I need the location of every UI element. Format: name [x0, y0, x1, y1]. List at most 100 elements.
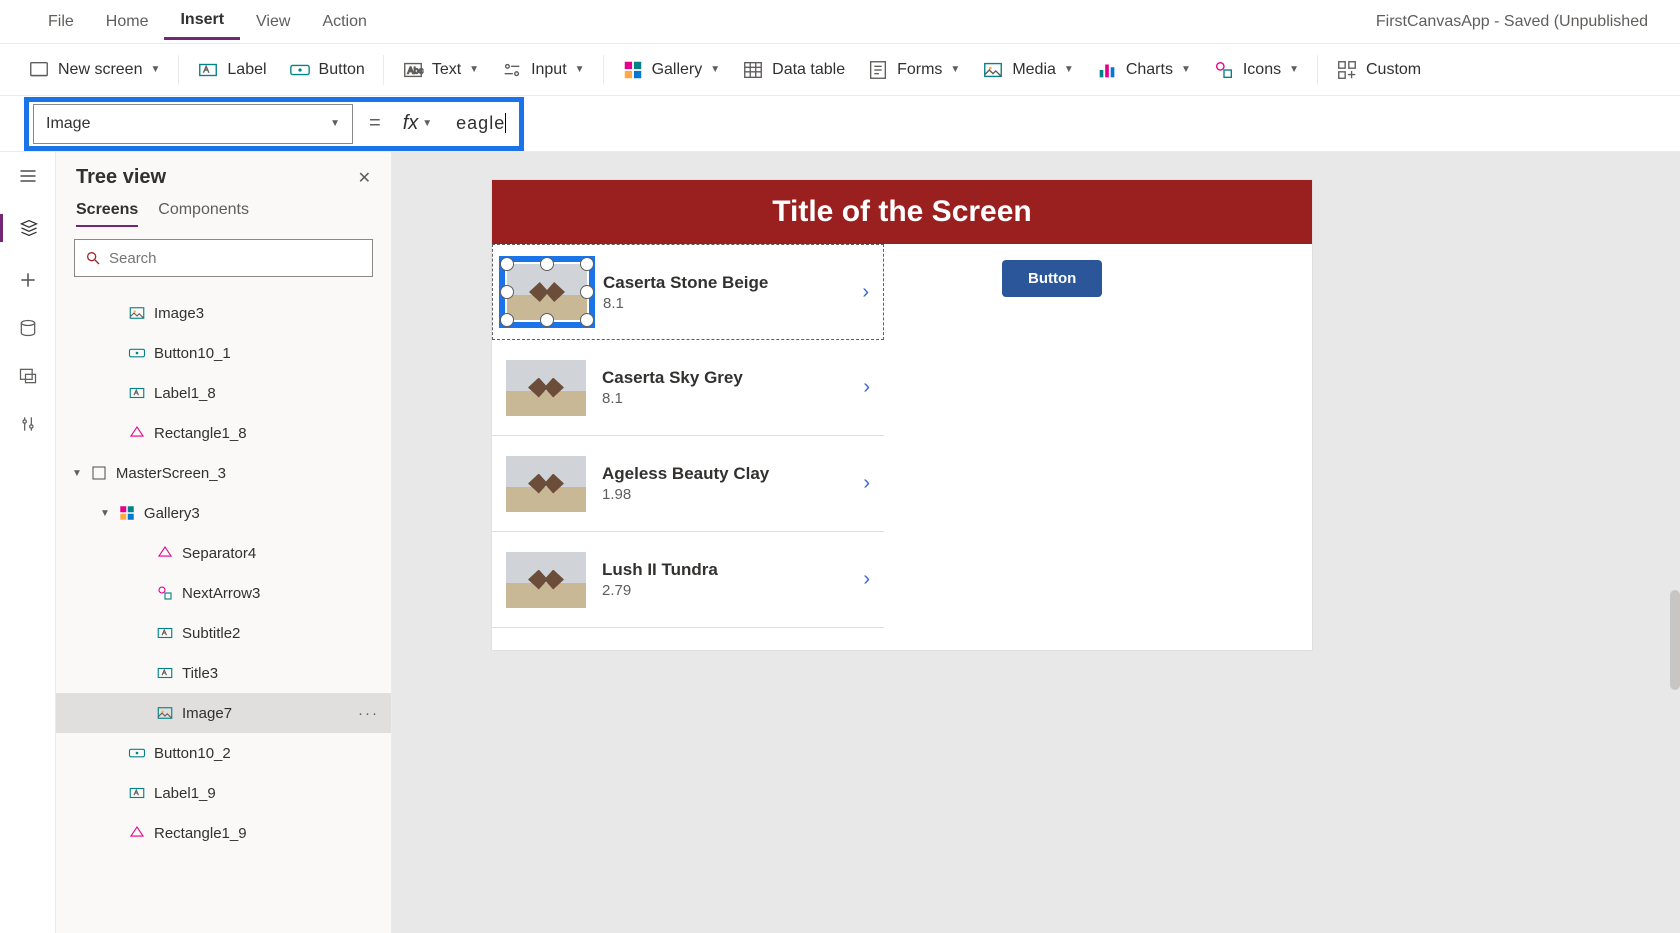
- resize-handle[interactable]: [580, 313, 594, 327]
- formula-input[interactable]: eagle: [448, 109, 515, 138]
- tools-icon[interactable]: [18, 414, 38, 434]
- menu-action[interactable]: Action: [306, 5, 382, 39]
- tree-search[interactable]: [74, 239, 373, 277]
- insert-input-button[interactable]: Input ▼: [491, 53, 595, 87]
- canvas[interactable]: Title of the Screen Caserta Stone Beige …: [392, 152, 1680, 933]
- resize-handle[interactable]: [540, 313, 554, 327]
- insert-label-button[interactable]: Label: [187, 53, 276, 87]
- tree-node-masterscreen_3[interactable]: ▼MasterScreen_3: [56, 453, 391, 493]
- gallery-item[interactable]: Lush II Tundra 2.79 ›: [492, 532, 884, 628]
- close-icon[interactable]: ✕: [358, 168, 371, 188]
- icons-label: Icons: [1243, 61, 1281, 79]
- tree-node-subtitle2[interactable]: Subtitle2: [56, 613, 391, 653]
- tree-node-rectangle1_9[interactable]: Rectangle1_9: [56, 813, 391, 853]
- chevron-down-icon: ▼: [150, 64, 160, 75]
- tree-node-title3[interactable]: Title3: [56, 653, 391, 693]
- gallery-item[interactable]: Caserta Sky Grey 8.1 ›: [492, 340, 884, 436]
- next-arrow-icon[interactable]: ›: [862, 281, 869, 304]
- button-label: Button: [319, 61, 365, 79]
- button-icon: [289, 59, 311, 81]
- input-label: Input: [531, 61, 567, 79]
- menu-home[interactable]: Home: [90, 5, 165, 39]
- gallery-item[interactable]: Ageless Beauty Clay 1.98 ›: [492, 436, 884, 532]
- tree-node-label: Gallery3: [144, 505, 200, 522]
- resize-handle[interactable]: [500, 285, 514, 299]
- text-icon: Abc: [402, 59, 424, 81]
- tab-components[interactable]: Components: [158, 201, 249, 227]
- insert-text-button[interactable]: Abc Text ▼: [392, 53, 489, 87]
- next-arrow-icon[interactable]: ›: [863, 472, 870, 495]
- resize-handle[interactable]: [500, 313, 514, 327]
- resize-handle[interactable]: [540, 257, 554, 271]
- gallery-image[interactable]: [507, 264, 587, 320]
- tree-node-rectangle1_8[interactable]: Rectangle1_8: [56, 413, 391, 453]
- gallery-control[interactable]: Caserta Stone Beige 8.1 › Caserta Sky Gr…: [492, 244, 884, 628]
- rect-icon: [128, 424, 146, 442]
- gallery-subtitle: 1.98: [602, 486, 847, 503]
- tree-node-image3[interactable]: Image3: [56, 293, 391, 333]
- formula-bar: Image ▼ = fx▼ eagle: [0, 96, 1680, 152]
- canvas-button[interactable]: Button: [1002, 260, 1102, 297]
- separator: [383, 55, 384, 85]
- data-icon[interactable]: [18, 318, 38, 338]
- svg-text:Abc: Abc: [407, 65, 423, 75]
- separator: [178, 55, 179, 85]
- tree-node-label1_8[interactable]: Label1_8: [56, 373, 391, 413]
- add-icon[interactable]: [18, 270, 38, 290]
- next-arrow-icon[interactable]: ›: [863, 376, 870, 399]
- property-selector[interactable]: Image ▼: [33, 104, 353, 144]
- insert-charts-button[interactable]: Charts ▼: [1086, 53, 1201, 87]
- insert-button-button[interactable]: Button: [279, 53, 375, 87]
- gallery-item[interactable]: Caserta Stone Beige 8.1 ›: [492, 244, 884, 340]
- resize-handle[interactable]: [580, 285, 594, 299]
- menu-insert[interactable]: Insert: [164, 3, 240, 40]
- insert-icons-button[interactable]: Icons ▼: [1203, 53, 1309, 87]
- tab-screens[interactable]: Screens: [76, 201, 138, 227]
- gallery-subtitle: 8.1: [602, 390, 847, 407]
- icons-icon: [1213, 59, 1235, 81]
- new-screen-button[interactable]: New screen ▼: [18, 53, 170, 87]
- insert-gallery-button[interactable]: Gallery ▼: [612, 53, 731, 87]
- search-input[interactable]: [109, 250, 362, 267]
- scrollbar[interactable]: [1670, 590, 1680, 690]
- next-arrow-icon[interactable]: ›: [863, 568, 870, 591]
- text-label: Text: [432, 61, 461, 79]
- screen-icon: [90, 464, 108, 482]
- menu-view[interactable]: View: [240, 5, 306, 39]
- menubar: File Home Insert View Action FirstCanvas…: [0, 0, 1680, 44]
- fx-button[interactable]: fx▼: [397, 112, 438, 135]
- hamburger-icon[interactable]: [18, 166, 38, 186]
- tree-node-label: NextArrow3: [182, 585, 260, 602]
- tree-node-image7[interactable]: Image7 ···: [56, 693, 391, 733]
- insert-ribbon: New screen ▼ Label Button Abc Text ▼ Inp…: [0, 44, 1680, 96]
- insert-forms-button[interactable]: Forms ▼: [857, 53, 970, 87]
- tree-node-button10_1[interactable]: Button10_1: [56, 333, 391, 373]
- chevron-down-icon[interactable]: ▼: [72, 468, 82, 479]
- table-icon: [742, 59, 764, 81]
- insert-custom-button[interactable]: Custom: [1326, 53, 1431, 87]
- tree-node-label: Image7: [182, 705, 232, 722]
- more-icon[interactable]: ···: [358, 705, 379, 722]
- tree-node-gallery3[interactable]: ▼ Gallery3: [56, 493, 391, 533]
- media-icon: [982, 59, 1004, 81]
- resize-handle[interactable]: [580, 257, 594, 271]
- chevron-down-icon: ▼: [330, 118, 340, 129]
- resize-handle[interactable]: [500, 257, 514, 271]
- tree-node-label: Button10_2: [154, 745, 231, 762]
- media-panel-icon[interactable]: [18, 366, 38, 386]
- tree-node-nextarrow3[interactable]: NextArrow3: [56, 573, 391, 613]
- tree-view-icon[interactable]: [0, 214, 55, 242]
- tree-view-panel: Tree view ✕ Screens Components Image3But…: [56, 152, 392, 933]
- input-icon: [501, 59, 523, 81]
- equals-label: =: [363, 112, 387, 135]
- tree-node-separator4[interactable]: Separator4: [56, 533, 391, 573]
- chevron-down-icon[interactable]: ▼: [100, 508, 110, 519]
- tree-node-label1_9[interactable]: Label1_9: [56, 773, 391, 813]
- insert-datatable-button[interactable]: Data table: [732, 53, 855, 87]
- forms-icon: [867, 59, 889, 81]
- menu-file[interactable]: File: [32, 5, 90, 39]
- highlight-annotation: Image ▼ = fx▼ eagle: [24, 97, 524, 151]
- tree-node-label: Label1_8: [154, 385, 216, 402]
- insert-media-button[interactable]: Media ▼: [972, 53, 1083, 87]
- tree-node-button10_2[interactable]: Button10_2: [56, 733, 391, 773]
